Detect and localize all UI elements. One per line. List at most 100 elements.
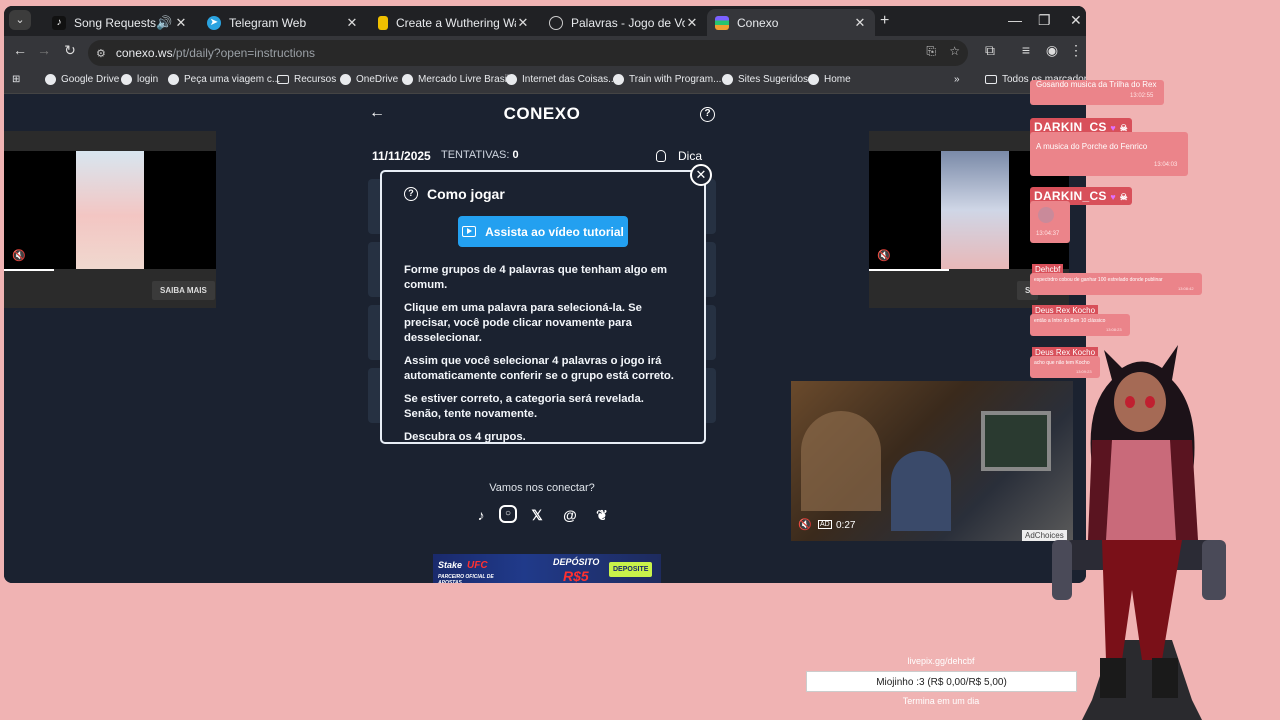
close-tab-icon[interactable]: ✕ — [174, 15, 188, 31]
tiktok-icon[interactable]: ♪ — [471, 505, 491, 525]
chat-time: 13:08:23 — [1106, 327, 1122, 332]
chat-text: espectrdro cobou de ganhar 100 estrelado… — [1034, 277, 1163, 283]
install-app-icon[interactable]: ⎘ — [926, 44, 936, 59]
threads-icon[interactable]: @ — [560, 505, 580, 525]
bluesky-icon[interactable]: ❦ — [592, 505, 612, 525]
bookmark-mercado-livre[interactable]: Mercado Livre Brasil — [402, 74, 509, 85]
video-scene — [801, 411, 881, 511]
chat-text: então a Intro do Ben 10 clássico — [1034, 318, 1106, 324]
reload-button[interactable]: ↻ — [60, 42, 80, 59]
maximize-button[interactable]: ❐ — [1038, 12, 1051, 29]
tab-title: Song Requests - Playing El... — [74, 15, 156, 30]
globe-icon — [45, 74, 56, 85]
bookmark-label: Peça uma viagem c... — [184, 74, 281, 85]
bookmark-label: Mercado Livre Brasil — [418, 74, 510, 85]
lightbulb-icon — [656, 150, 666, 162]
back-button[interactable]: ← — [10, 42, 30, 58]
extensions-icon[interactable]: ⧉ — [980, 42, 1000, 59]
mute-icon[interactable]: 🔇 — [877, 249, 891, 262]
tab-conexo[interactable]: Conexo ✕ — [707, 9, 875, 36]
close-window-button[interactable]: ✕ — [1070, 12, 1082, 29]
mute-icon[interactable]: 🔇 — [12, 249, 26, 262]
bookmark-sites-sugeridos[interactable]: Sites Sugeridos — [722, 74, 808, 85]
ad-progress — [869, 269, 949, 271]
instruction-paragraph: Forme grupos de 4 palavras que tenham al… — [404, 264, 668, 291]
bookmark-home[interactable]: Home — [808, 74, 851, 85]
bookmarks-bar: ⊞ Google Drive login Peça uma viagem c..… — [4, 70, 1086, 94]
back-arrow-icon[interactable]: ← — [369, 104, 385, 122]
banner-ad[interactable]: Stake UFC PARCEIRO OFICIAL DE APOSTAS DE… — [433, 554, 661, 583]
bookmarks-overflow-icon[interactable]: » — [954, 74, 960, 85]
chat-time: 13:04:03 — [1154, 162, 1178, 168]
profile-icon[interactable]: ◉ — [1042, 42, 1062, 59]
learn-more-button[interactable]: SAIBA MAIS — [152, 281, 215, 300]
tutorial-label: Assista ao vídeo tutorial — [485, 224, 624, 239]
bookmark-viagem[interactable]: Peça uma viagem c... — [168, 74, 280, 85]
tab-palavras[interactable]: Palavras - Jogo de Vocabulário ✕ — [541, 9, 707, 36]
ad-progress — [4, 269, 54, 271]
bookmark-login[interactable]: login — [121, 74, 158, 85]
bookmark-label: Google Drive — [61, 74, 120, 85]
donation-goal-bar: Miojinho :3 (R$ 0,00/R$ 5,00) — [806, 671, 1077, 692]
speaker-icon[interactable]: 🔊 — [156, 15, 172, 31]
media-control-icon[interactable]: ≡ — [1016, 42, 1036, 58]
hint-label: Dica — [678, 149, 703, 163]
close-tab-icon[interactable]: ✕ — [516, 15, 530, 31]
globe-icon — [549, 15, 563, 30]
mute-icon[interactable]: 🔇 — [798, 518, 812, 531]
bookmark-onedrive[interactable]: OneDrive — [340, 74, 398, 85]
forward-button[interactable]: → — [34, 42, 54, 58]
tab-telegram[interactable]: ➤ Telegram Web ✕ — [199, 9, 367, 36]
banner-deposit-button[interactable]: DEPOSITE — [609, 562, 653, 577]
tab-title: Palavras - Jogo de Vocabulário — [571, 15, 685, 30]
instagram-icon[interactable]: ○ — [499, 505, 517, 523]
minimize-button[interactable]: — — [1008, 12, 1022, 28]
close-tab-icon[interactable]: ✕ — [345, 15, 359, 31]
chat-text: A musica do Porche do Fenrico — [1036, 142, 1148, 151]
bookmark-star-icon[interactable]: ☆ — [949, 44, 960, 58]
game-title: CONEXO — [503, 104, 581, 123]
chat-message: Gosando musica da Trilha do Rex 13:02:55 — [1030, 80, 1164, 105]
left-video-ad[interactable]: 🔇 SAIBA MAIS — [4, 131, 216, 308]
bookmark-recursos[interactable]: Recursos — [277, 74, 336, 85]
hint-button[interactable]: Dica — [656, 149, 702, 163]
apps-icon[interactable]: ⊞ — [12, 74, 20, 85]
globe-icon — [613, 74, 624, 85]
tab-song-requests[interactable]: ♪ Song Requests - Playing El... 🔊 ✕ — [44, 9, 196, 36]
site-info-icon[interactable]: ⚙ — [96, 47, 106, 60]
help-icon[interactable]: ? — [700, 107, 715, 122]
telegram-icon: ➤ — [207, 15, 221, 30]
globe-icon — [121, 74, 132, 85]
new-tab-button[interactable]: + — [880, 12, 889, 30]
close-tab-icon[interactable]: ✕ — [685, 15, 699, 31]
toothbrush-image — [941, 151, 1009, 269]
bookmark-label: login — [137, 74, 159, 85]
emote-icon — [1038, 207, 1054, 223]
instruction-paragraph: Se estiver correto, a categoria será rev… — [404, 393, 644, 420]
video-time: 0:27 — [836, 520, 856, 531]
donation-link: livepix.gg/dehcbf — [907, 656, 975, 666]
banner-amount: R$5 — [563, 568, 589, 583]
address-bar[interactable]: ⚙ conexo.ws /pt/daily?open=instructions … — [88, 40, 968, 66]
bookmark-google-drive[interactable]: Google Drive — [45, 74, 119, 85]
bookmark-iot[interactable]: Internet das Coisas... — [506, 74, 617, 85]
menu-icon[interactable]: ⋮ — [1066, 42, 1086, 59]
chat-message: A musica do Porche do Fenrico 13:04:03 — [1030, 132, 1188, 176]
close-modal-button[interactable]: ✕ — [690, 164, 712, 186]
banner-deposit: DEPÓSITO — [553, 557, 600, 567]
tab-search-button[interactable]: ⌄ — [9, 10, 31, 30]
instruction-paragraph: Clique em uma palavra para selecioná-la.… — [404, 302, 642, 344]
video-scene — [891, 451, 951, 531]
donation-end: Termina em um dia — [902, 696, 980, 706]
tab-wuthering[interactable]: Create a Wuthering Waves All E ✕ — [370, 9, 538, 36]
url-host: conexo.ws — [115, 46, 173, 60]
question-icon: ? — [404, 187, 418, 201]
close-tab-icon[interactable]: ✕ — [853, 15, 867, 31]
tab-title: Telegram Web — [229, 15, 307, 30]
video-ad-player[interactable] — [791, 381, 1073, 541]
bookmark-train[interactable]: Train with Program... — [613, 74, 721, 85]
x-icon[interactable]: 𝕏 — [527, 505, 547, 525]
instruction-paragraph: Descubra os 4 grupos. — [404, 431, 526, 443]
heart-icon: ♥ — [1110, 192, 1117, 202]
watch-tutorial-button[interactable]: Assista ao vídeo tutorial — [458, 216, 628, 247]
